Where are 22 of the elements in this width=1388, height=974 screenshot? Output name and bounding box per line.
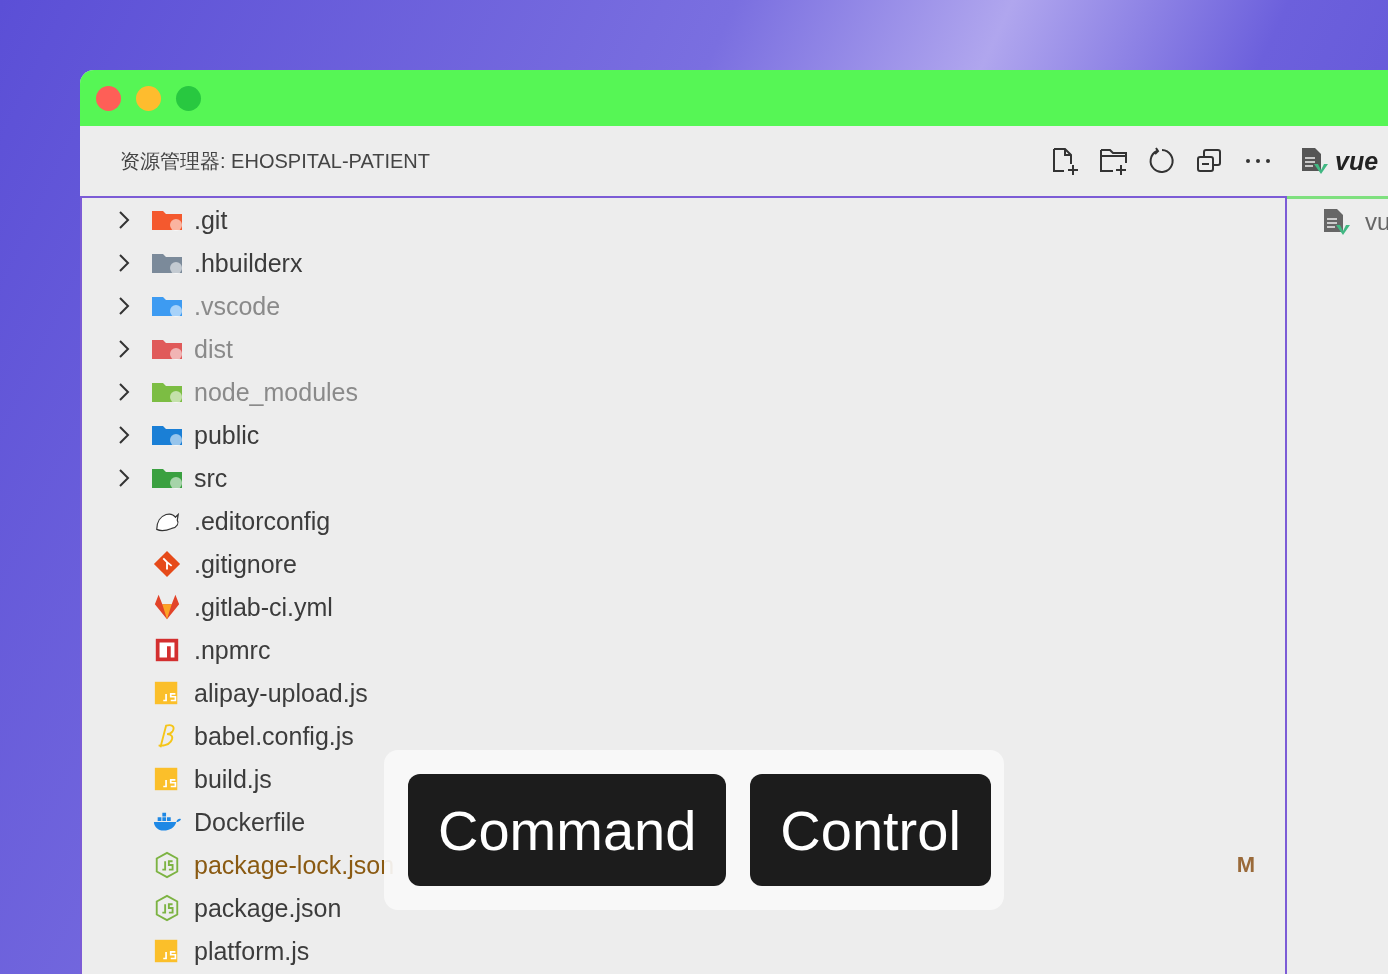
file-name: alipay-upload.js — [194, 678, 368, 707]
file-name: build.js — [194, 764, 272, 793]
file-name: dist — [194, 334, 233, 363]
file-name: package-lock.json — [194, 850, 395, 879]
file-name: package.json — [194, 893, 342, 922]
file-name: public — [194, 420, 260, 449]
file-name: Dockerfile — [194, 807, 306, 836]
key-cap: Command — [408, 774, 727, 886]
file-name: .gitlab-ci.yml — [194, 592, 333, 621]
file-name: .git — [194, 205, 228, 234]
file-name: babel.config.js — [194, 721, 354, 750]
file-name: platform.js — [194, 936, 310, 965]
key-cap: Control — [750, 774, 991, 886]
file-name: src — [194, 463, 228, 492]
file-name: node_modules — [194, 377, 358, 406]
file-name: .editorconfig — [194, 506, 331, 535]
file-name: .vscode — [194, 291, 281, 320]
file-name: .gitignore — [194, 549, 297, 578]
file-name: .npmrc — [194, 635, 271, 664]
file-name: .hbuilderx — [194, 248, 303, 277]
git-status: M — [1236, 851, 1255, 878]
explorer-title: 资源管理器: EHOSPITAL-PATIENT — [120, 148, 432, 174]
